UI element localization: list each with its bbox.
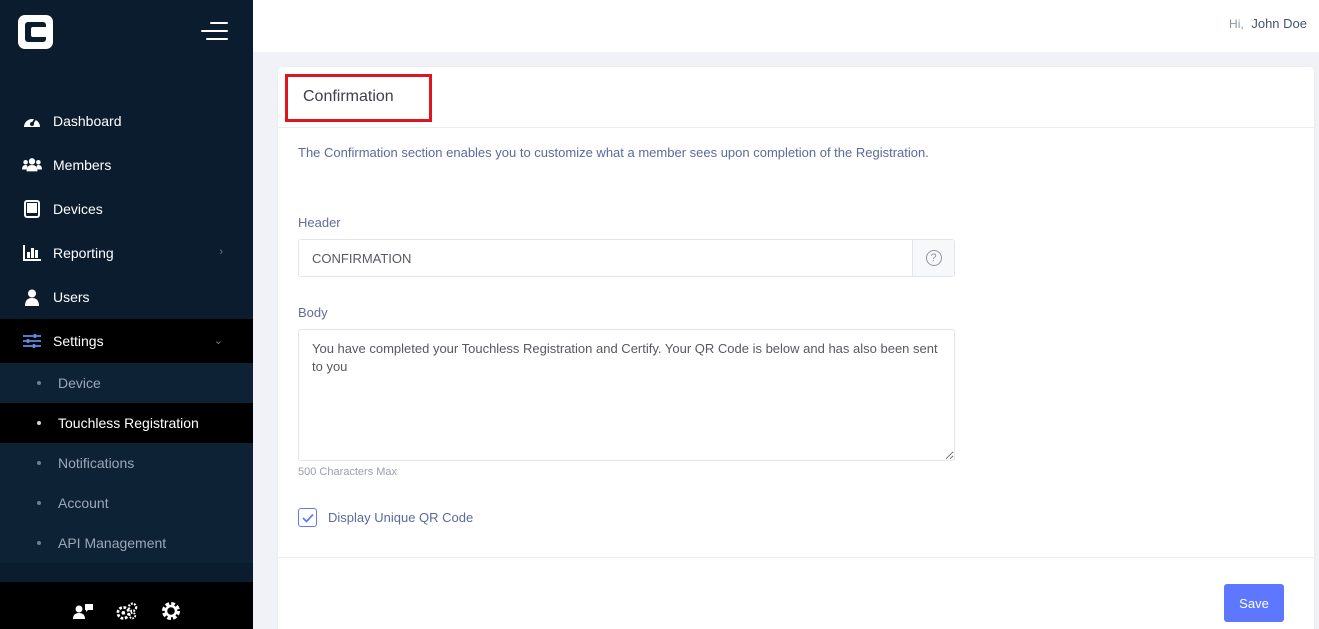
header-label: Header (298, 215, 341, 230)
help-icon: ? (925, 250, 942, 266)
sidebar-item-dashboard[interactable]: Dashboard (0, 99, 253, 143)
users-icon (22, 155, 42, 175)
sidebar-subitem-api-management[interactable]: API Management (0, 523, 253, 563)
sidebar-subitem-device[interactable]: Device (0, 363, 253, 403)
brand-logo-icon[interactable] (18, 15, 53, 49)
save-button[interactable]: Save (1224, 584, 1284, 622)
card-title: Confirmation (303, 88, 394, 105)
card-header: Confirmation (278, 67, 1314, 128)
sliders-icon (22, 331, 42, 351)
sidebar-subitem-touchless-registration[interactable]: Touchless Registration (0, 403, 253, 443)
hamburger-icon[interactable] (200, 22, 228, 42)
qr-code-checkbox-label: Display Unique QR Code (328, 510, 474, 525)
sidebar-item-label: Users (53, 289, 90, 305)
user-icon (22, 287, 42, 307)
bar-chart-icon (22, 243, 42, 263)
gears-icon[interactable] (115, 600, 138, 622)
help-addon[interactable]: ? (912, 240, 954, 276)
user-greeting[interactable]: Hi, John Doe (1229, 16, 1307, 31)
sidebar-item-reporting[interactable]: Reporting › (0, 231, 253, 275)
sidebar-item-users[interactable]: Users (0, 275, 253, 319)
sidebar-nav: Dashboard Members Devices Reporting › Us… (0, 99, 253, 563)
sidebar-item-label: Reporting (53, 245, 114, 261)
speedometer-icon (22, 111, 42, 131)
checkmark-icon (301, 513, 314, 523)
sidebar: Dashboard Members Devices Reporting › Us… (0, 0, 253, 629)
qr-code-option[interactable]: Display Unique QR Code (298, 508, 473, 527)
body-char-limit-hint: 500 Characters Max (298, 466, 398, 478)
sidebar-item-members[interactable]: Members (0, 143, 253, 187)
sidebar-item-label: Dashboard (53, 113, 122, 129)
sidebar-item-devices[interactable]: Devices (0, 187, 253, 231)
card-description: The Confirmation section enables you to … (298, 145, 929, 160)
header-input-group: ? (298, 239, 955, 277)
greeting-text: Hi, (1229, 17, 1244, 31)
topbar: Hi, John Doe (253, 0, 1319, 52)
body-textarea[interactable]: You have completed your Touchless Regist… (298, 329, 955, 461)
sidebar-item-label: Members (53, 157, 112, 173)
qr-code-checkbox[interactable] (298, 508, 317, 527)
header-input[interactable] (299, 240, 912, 276)
sidebar-item-label: Settings (53, 333, 104, 349)
confirmation-card: Confirmation The Confirmation section en… (278, 67, 1314, 629)
settings-submenu: Device Touchless Registration Notificati… (0, 363, 253, 563)
user-name: John Doe (1251, 16, 1307, 31)
sidebar-item-settings[interactable]: Settings ⌄ (0, 319, 253, 363)
chevron-down-icon: ⌄ (213, 335, 223, 347)
sidebar-subitem-account[interactable]: Account (0, 483, 253, 523)
sidebar-footer (0, 582, 253, 629)
chevron-right-icon: › (219, 246, 223, 258)
sidebar-item-label: Devices (53, 201, 103, 217)
gear-icon[interactable] (160, 600, 182, 622)
user-chat-icon[interactable] (72, 600, 94, 622)
sidebar-subitem-notifications[interactable]: Notifications (0, 443, 253, 483)
card-footer-divider (278, 557, 1314, 558)
body-label: Body (298, 305, 328, 320)
tablet-icon (22, 199, 42, 219)
